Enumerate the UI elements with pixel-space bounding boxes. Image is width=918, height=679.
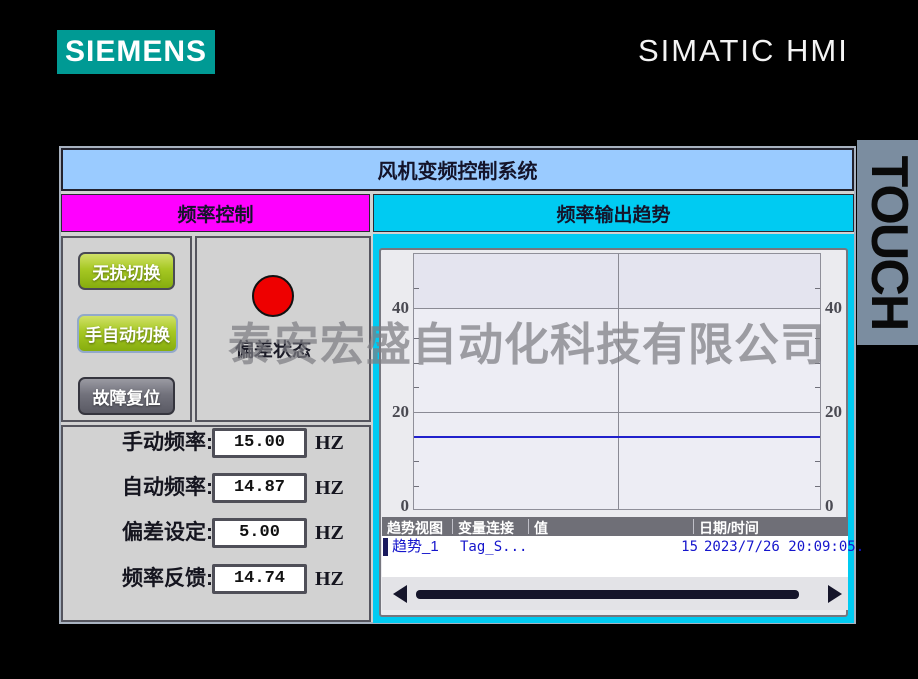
frequency-feedback-unit: HZ [315,568,344,590]
col-trend-view: 趋势视图 [387,520,443,536]
auto-frequency-label: 自动频率: [122,476,213,499]
cell-tag: Tag_S... [460,539,528,555]
frequency-feedback-label: 频率反馈: [122,567,213,590]
deviation-setpoint-unit: HZ [315,522,344,544]
bumpless-switch-button[interactable]: 无扰切换 [78,252,175,290]
minor-tick [815,461,820,462]
gridline-20 [414,412,820,413]
manual-frequency-input[interactable]: 15.00 [212,428,307,458]
fault-reset-button[interactable]: 故障复位 [78,377,175,415]
col-tag-connection: 变量连接 [458,520,514,536]
minor-tick [815,288,820,289]
trend-horizontal-scrollbar[interactable] [382,577,848,610]
minor-tick [414,461,419,462]
col-datetime: 日期/时间 [699,520,759,536]
deviation-status-label: 偏差状态 [234,340,311,361]
trend-section-header: 频率输出趋势 [373,194,854,232]
trend-table-row[interactable]: 趋势_1 Tag_S... 15 2023/7/26 20:09:05. [382,538,864,556]
manual-auto-switch-button[interactable]: 手自动切换 [77,314,178,353]
touch-band: TOUCH [857,140,918,345]
control-section-header: 频率控制 [61,194,370,232]
indicator-group-box [195,236,371,422]
deviation-setpoint-label: 偏差设定: [122,521,213,544]
minor-tick [414,363,419,364]
deviation-setpoint-input[interactable]: 5.00 [212,518,307,548]
minor-tick [414,288,419,289]
cell-datetime: 2023/7/26 20:09:05. [704,539,865,555]
yaxis-left-tick-20: 20 [392,402,409,421]
cell-trend-name: 趋势_1 [392,538,439,555]
minor-tick [815,486,820,487]
page-title: 风机变频控制系统 [61,148,854,191]
hmi-screen: SIEMENS SIMATIC HMI TOUCH 风机变频控制系统 频率控制 … [0,0,918,679]
simatic-hmi-label: SIMATIC HMI [638,33,849,68]
gridline-vertical [618,254,619,509]
yaxis-right-tick-20: 20 [825,402,842,421]
trend-table-body: 趋势_1 Tag_S... 15 2023/7/26 20:09:05. [382,536,864,577]
auto-frequency-unit: HZ [315,477,344,499]
siemens-logo: SIEMENS [57,30,215,74]
touch-label: TOUCH [860,155,918,330]
minor-tick [815,387,820,388]
minor-tick [414,338,419,339]
auto-frequency-input[interactable]: 14.87 [212,473,307,503]
column-separator [528,519,529,534]
scroll-left-arrow-icon[interactable] [393,585,407,603]
column-separator [452,519,453,534]
scrollbar-thumb[interactable] [416,590,799,599]
deviation-status-lamp [252,275,294,317]
plot-upper-band [414,254,820,308]
yaxis-left-tick-0: 0 [400,496,410,515]
trend-series-line [414,436,820,438]
column-separator [693,519,694,534]
scroll-right-arrow-icon[interactable] [828,585,842,603]
minor-tick [815,338,820,339]
gridline-40 [414,308,820,309]
yaxis-right-tick-40: 40 [825,298,842,317]
frequency-feedback-input[interactable]: 14.74 [212,564,307,594]
minor-tick [414,486,419,487]
manual-frequency-label: 手动频率: [122,431,213,454]
trend-chart-plot-area [413,253,821,510]
row-selection-bar [383,538,388,556]
yaxis-right-tick-0: 0 [825,496,834,515]
yaxis-left-tick-40: 40 [392,298,409,317]
cell-value: 15 [681,539,698,555]
minor-tick [815,363,820,364]
manual-frequency-unit: HZ [315,432,344,454]
trend-table-header: 趋势视图 变量连接 值 日期/时间 [382,517,848,536]
col-value: 值 [534,520,548,536]
minor-tick [414,387,419,388]
